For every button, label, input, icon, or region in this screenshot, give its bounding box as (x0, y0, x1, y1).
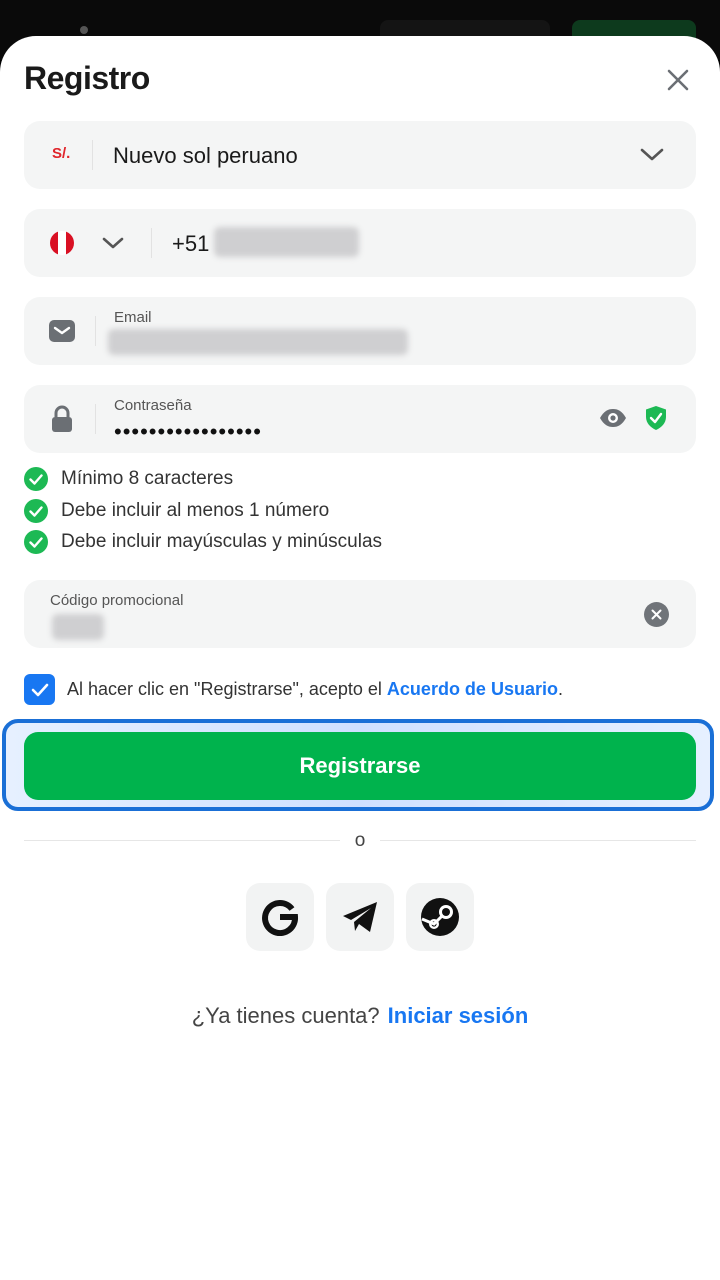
divider (95, 404, 96, 434)
chevron-down-icon (638, 143, 666, 167)
login-prompt: ¿Ya tienes cuenta? Iniciar sesión (0, 1003, 720, 1029)
steam-icon (420, 897, 460, 937)
password-value: ••••••••••••••••• (114, 419, 262, 444)
email-value-redacted[interactable] (108, 329, 408, 355)
login-question: ¿Ya tienes cuenta? (191, 1003, 380, 1028)
requirement-text: Debe incluir al menos 1 número (61, 500, 330, 521)
promo-label: Código promocional (50, 592, 184, 609)
divider (95, 316, 96, 346)
telegram-login-button[interactable] (326, 883, 394, 951)
login-link[interactable]: Iniciar sesión (388, 1003, 529, 1028)
agreement-text: Al hacer clic en "Registrarse", acepto e… (67, 679, 563, 699)
page-title: Registro (24, 60, 150, 96)
password-label: Contraseña (114, 397, 192, 414)
peru-flag-icon (50, 231, 74, 255)
telegram-icon (341, 900, 379, 934)
clear-icon[interactable] (644, 602, 669, 627)
google-login-button[interactable] (246, 883, 314, 951)
divider-line (380, 840, 696, 841)
requirement-item: Debe incluir al menos 1 número (24, 498, 329, 524)
requirement-text: Mínimo 8 caracteres (61, 468, 234, 489)
country-chevron-down-icon[interactable] (100, 231, 126, 255)
currency-select[interactable]: S/. Nuevo sol peruano (24, 121, 696, 189)
camera-dot (80, 26, 88, 34)
phone-prefix: +51 (172, 231, 210, 256)
currency-badge: S/. (52, 145, 71, 162)
check-icon (24, 467, 48, 491)
close-icon[interactable] (662, 64, 694, 96)
security-shield-icon (645, 405, 667, 436)
agreement-checkbox[interactable] (24, 674, 55, 705)
mail-icon (49, 319, 75, 348)
promo-value-redacted[interactable] (52, 614, 104, 640)
register-button[interactable]: Registrarse (24, 732, 696, 800)
requirement-item: Debe incluir mayúsculas y minúsculas (24, 529, 382, 555)
promo-code-field[interactable]: Código promocional (24, 580, 696, 648)
phone-field[interactable]: +51 (24, 209, 696, 277)
lock-icon (51, 405, 73, 438)
divider (92, 140, 93, 170)
phone-number-redacted[interactable] (214, 227, 359, 257)
divider-text: o (354, 830, 366, 851)
email-label: Email (114, 309, 152, 326)
email-field[interactable]: Email (24, 297, 696, 365)
requirement-item: Mínimo 8 caracteres (24, 466, 233, 492)
password-field[interactable]: Contraseña ••••••••••••••••• (24, 385, 696, 453)
agreement-row: Al hacer clic en "Registrarse", acepto e… (24, 674, 563, 705)
google-icon (260, 897, 300, 937)
steam-login-button[interactable] (406, 883, 474, 951)
requirement-text: Debe incluir mayúsculas y minúsculas (61, 531, 383, 552)
check-icon (24, 499, 48, 523)
eye-icon[interactable] (599, 408, 627, 433)
check-icon (24, 530, 48, 554)
divider-line (24, 840, 340, 841)
currency-label: Nuevo sol peruano (113, 143, 298, 168)
divider (151, 228, 152, 258)
user-agreement-link[interactable]: Acuerdo de Usuario (387, 679, 558, 699)
